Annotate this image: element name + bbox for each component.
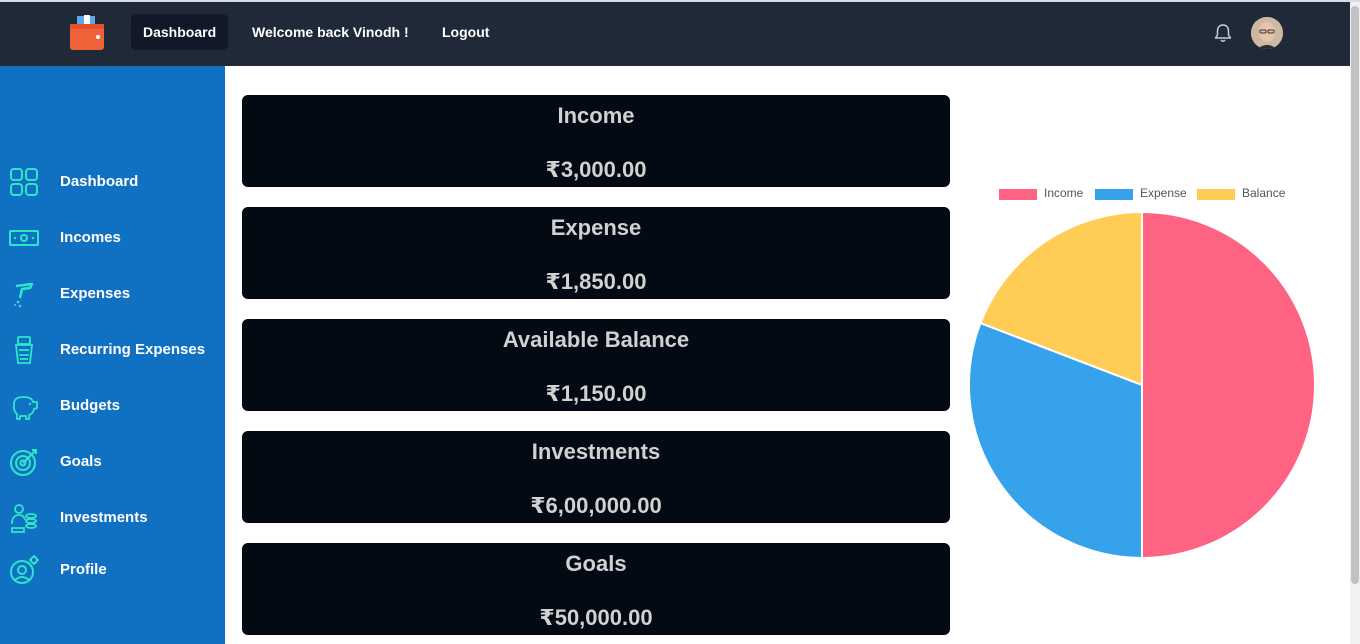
nav-dashboard-button[interactable]: Dashboard — [131, 14, 229, 50]
page-scrollbar[interactable] — [1350, 2, 1360, 644]
card-value: ₹3,000.00 — [545, 157, 647, 182]
sidebar-item-label: Budgets — [60, 397, 120, 414]
card-title: Investments — [531, 439, 661, 464]
user-avatar[interactable] — [1251, 17, 1283, 49]
legend-label: Income — [1044, 186, 1084, 200]
target-icon — [10, 449, 37, 476]
legend-swatch — [1095, 189, 1133, 200]
nav-logout-button[interactable]: Logout — [430, 14, 501, 50]
money-icon — [9, 230, 39, 246]
sidebar-item-expenses[interactable]: Expenses — [0, 274, 225, 314]
expense-card: Expense ₹1,850.00 — [242, 207, 950, 299]
sidebar-item-budgets[interactable]: Budgets — [0, 386, 225, 426]
legend-swatch — [1197, 189, 1235, 200]
sidebar-item-label: Recurring Expenses — [60, 341, 206, 358]
sidebar-item-dashboard[interactable]: Dashboard — [0, 162, 225, 202]
sidebar-item-incomes[interactable]: Incomes — [0, 218, 225, 258]
notification-bell-icon[interactable] — [1212, 22, 1234, 44]
legend-swatch — [999, 189, 1037, 200]
card-value: ₹50,000.00 — [539, 605, 653, 630]
card-value: ₹1,850.00 — [545, 269, 647, 294]
cash-stack-icon — [14, 336, 34, 364]
investment-icon — [11, 504, 37, 533]
sidebar: Dashboard Incomes Expenses Recurring Exp… — [0, 66, 225, 644]
sidebar-item-label: Dashboard — [60, 173, 139, 190]
card-title: Available Balance — [502, 327, 690, 352]
pie-chart — [968, 210, 1316, 560]
sidebar-item-investments[interactable]: Investments — [0, 498, 225, 538]
hand-coin-icon — [14, 282, 34, 308]
legend-label: Expense — [1140, 186, 1187, 200]
scrollbar-thumb[interactable] — [1351, 6, 1359, 584]
card-value: ₹6,00,000.00 — [530, 493, 662, 518]
card-title: Income — [557, 103, 635, 128]
card-value: ₹1,150.00 — [545, 381, 647, 406]
card-title: Goals — [565, 551, 627, 576]
sidebar-item-label: Expenses — [60, 285, 131, 302]
avatar-image — [1251, 17, 1283, 49]
grid-icon — [10, 168, 38, 196]
top-navbar: Dashboard Welcome back Vinodh ! Logout — [0, 2, 1350, 66]
profile-gear-icon — [10, 555, 39, 584]
income-card: Income ₹3,000.00 — [242, 95, 950, 187]
legend-label: Balance — [1242, 186, 1286, 200]
sidebar-item-recurring-expenses[interactable]: Recurring Expenses — [0, 330, 225, 370]
sidebar-item-label: Profile — [60, 561, 107, 578]
piggy-bank-icon — [12, 396, 38, 420]
wallet-logo-icon[interactable] — [68, 14, 106, 52]
pie-slice-income[interactable] — [1141, 210, 1316, 560]
goals-card: Goals ₹50,000.00 — [242, 543, 950, 635]
investments-card: Investments ₹6,00,000.00 — [242, 431, 950, 523]
available-balance-card: Available Balance ₹1,150.00 — [242, 319, 950, 411]
sidebar-item-profile[interactable]: Profile — [0, 550, 225, 590]
sidebar-item-label: Goals — [60, 453, 102, 470]
nav-welcome-link[interactable]: Welcome back Vinodh ! — [240, 14, 421, 50]
card-title: Expense — [550, 215, 642, 240]
sidebar-item-goals[interactable]: Goals — [0, 442, 225, 482]
sidebar-item-label: Investments — [60, 509, 148, 526]
sidebar-item-label: Incomes — [60, 229, 121, 246]
